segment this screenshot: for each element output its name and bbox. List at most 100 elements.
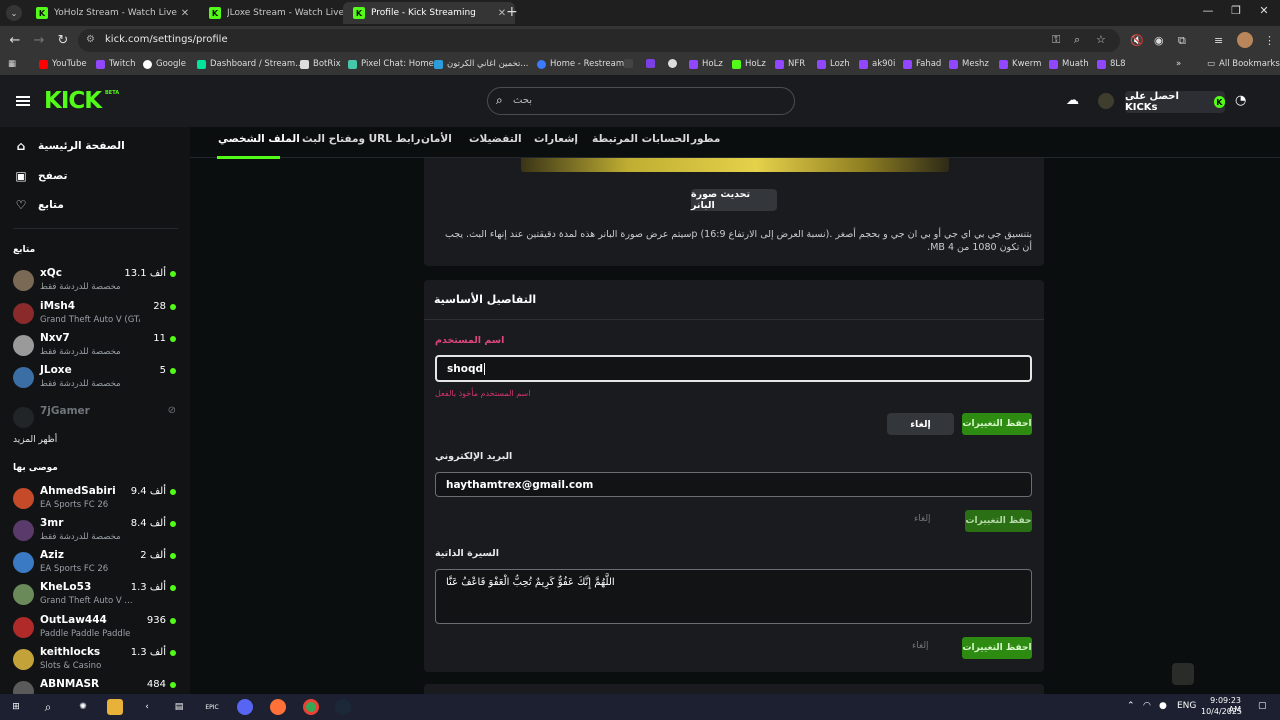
- get-kicks-button[interactable]: احصل على KICKs K: [1125, 91, 1225, 113]
- tab-search-button[interactable]: ⌄: [6, 5, 22, 21]
- notification-center-icon[interactable]: ▢: [1258, 701, 1267, 711]
- tray-chevron-icon[interactable]: ⌃: [1127, 701, 1135, 711]
- restore-icon[interactable]: ❐: [1225, 4, 1247, 17]
- nav-home[interactable]: ⌂ الصفحة الرئيسية: [14, 139, 125, 153]
- nav-following[interactable]: ♡ متابع: [14, 198, 64, 212]
- floating-avatar[interactable]: [1172, 663, 1194, 685]
- bookmark-google[interactable]: Google: [143, 59, 186, 69]
- media-icon[interactable]: ≡: [1214, 34, 1223, 47]
- bookmark-lozh[interactable]: Lozh: [817, 59, 850, 69]
- tab-linked-accounts[interactable]: الحسابات المرتبطة: [592, 133, 690, 145]
- bookmark-restream[interactable]: Home - Restream: [537, 59, 624, 69]
- search-input[interactable]: ⌕ بحث: [487, 87, 795, 115]
- extensions-puzzle-icon[interactable]: ⧉: [1178, 34, 1186, 48]
- bookmark-botrix[interactable]: BotRix: [300, 59, 341, 69]
- site-info-icon[interactable]: ⚙: [86, 34, 95, 45]
- clock-date[interactable]: 10/4/2025: [1201, 707, 1242, 716]
- discord-icon[interactable]: [237, 699, 253, 715]
- tab-security[interactable]: الأمان: [421, 133, 452, 145]
- bookmark-pixel-chat[interactable]: Pixel Chat: Home: [348, 59, 434, 69]
- wifi-icon[interactable]: ◠: [1143, 701, 1151, 711]
- extension-icon[interactable]: ◉: [1154, 34, 1164, 47]
- back-icon[interactable]: ←: [6, 33, 24, 48]
- bookmark-muath[interactable]: Muath: [1049, 59, 1089, 69]
- bookmark-meshz[interactable]: Meshz: [949, 59, 989, 69]
- channel-item[interactable]: KheLo53 Grand Theft Auto V ... 1.3 ألف: [13, 580, 178, 610]
- user-avatar[interactable]: [1098, 93, 1114, 109]
- nav-browse[interactable]: ▣ تصفح: [14, 169, 67, 183]
- tab-notifications[interactable]: إشعارات: [534, 133, 578, 145]
- tab-preferences[interactable]: التفضيلات: [469, 133, 522, 145]
- bookmark-kwerm[interactable]: Kwerm: [999, 59, 1041, 69]
- menu-icon[interactable]: [16, 96, 30, 106]
- bookmark-fahad[interactable]: Fahad: [903, 59, 941, 69]
- email-input[interactable]: haythamtrex@gmail.com: [435, 472, 1032, 497]
- email-cancel-button[interactable]: إلغاء: [914, 514, 931, 524]
- bookmark-twitch[interactable]: Twitch: [96, 59, 136, 69]
- tab-developer[interactable]: مطور: [691, 133, 720, 145]
- email-save-button[interactable]: حفظ التغييرات: [965, 510, 1032, 532]
- bookmark-dashboard[interactable]: Dashboard / Stream...: [197, 59, 303, 69]
- apps-grid-icon[interactable]: ▦: [8, 59, 16, 69]
- forward-icon[interactable]: →: [30, 33, 48, 48]
- channel-item[interactable]: ABNMASR 484: [13, 677, 178, 694]
- bookmark-nfr[interactable]: NFR: [775, 59, 805, 69]
- bookmark-ak90i[interactable]: ak90i: [859, 59, 895, 69]
- more-bookmarks-button[interactable]: »: [1176, 59, 1181, 69]
- password-key-icon[interactable]: ⚿: [1052, 33, 1060, 47]
- language-indicator[interactable]: ENG: [1177, 701, 1196, 711]
- channel-item[interactable]: Nxv7 مخصصة للدردشة فقط 11: [13, 331, 178, 361]
- channel-item[interactable]: xQc مخصصة للدردشة فقط 13.1 ألف: [13, 266, 178, 296]
- channel-item[interactable]: keithlocks Slots & Casino 1.3 ألف: [13, 645, 178, 675]
- channel-item[interactable]: JLoxe مخصصة للدردشة فقط 5: [13, 363, 178, 393]
- notifications-icon[interactable]: ◔: [1235, 93, 1246, 108]
- search-icon[interactable]: ⌕: [40, 699, 56, 715]
- bookmark-holz-twitch[interactable]: HoLz: [689, 59, 723, 69]
- all-bookmarks-button[interactable]: ▭ All Bookmarks: [1207, 59, 1280, 69]
- kick-logo[interactable]: KICK BETA: [44, 88, 119, 114]
- chrome-menu-icon[interactable]: ⋮: [1264, 34, 1275, 47]
- tab-stream-url-key[interactable]: ومفتاح البث URL رابط: [302, 133, 420, 145]
- profile-avatar[interactable]: [1237, 32, 1253, 48]
- minimize-icon[interactable]: —: [1197, 4, 1219, 17]
- microphone-icon[interactable]: ●: [1159, 701, 1167, 711]
- channel-item[interactable]: Aziz EA Sports FC 26 2 ألف: [13, 548, 178, 578]
- bookmark-8l8[interactable]: 8L8: [1097, 59, 1126, 69]
- muted-tab-icon[interactable]: 🔇: [1130, 34, 1144, 47]
- firefox-icon[interactable]: [270, 699, 286, 715]
- browser-tab-active[interactable]: K Profile - Kick Streaming ✕: [343, 2, 515, 24]
- cloud-shield-icon[interactable]: ☁: [1066, 93, 1079, 108]
- bookmark-youtube[interactable]: YouTube: [39, 59, 87, 69]
- tab-profile[interactable]: الملف الشخصي: [218, 133, 300, 145]
- username-input[interactable]: shoqd: [435, 355, 1032, 382]
- bookmark-unnamed-2[interactable]: [646, 59, 659, 68]
- browser-tab[interactable]: K YoHolz Stream - Watch Live on Kick ✕: [26, 2, 198, 24]
- username-save-button[interactable]: احفظ التغييرات: [962, 413, 1032, 435]
- bookmark-unnamed-1[interactable]: [624, 59, 637, 68]
- terminal-icon[interactable]: ▤: [171, 699, 187, 715]
- bookmark-cartoon-songs[interactable]: تخمين اغاني الكرتون...: [434, 59, 529, 69]
- bio-cancel-button[interactable]: إلغاء: [912, 641, 929, 651]
- bio-textarea[interactable]: اللَّهُمَّ إِنَّكَ عَفُوٌّ كَرِيمٌ تُحِب…: [435, 569, 1032, 624]
- channel-item[interactable]: 3mr مخصصة للدردشة فقط 8.4 ألف: [13, 516, 178, 546]
- channel-item[interactable]: AhmedSabiri EA Sports FC 26 9.4 ألف: [13, 484, 178, 514]
- zoom-icon[interactable]: ⌕: [1074, 33, 1080, 47]
- steam-icon[interactable]: [335, 699, 351, 715]
- show-more-link[interactable]: أظهر المزيد: [13, 435, 57, 445]
- username-cancel-button[interactable]: إلغاء: [887, 413, 954, 435]
- reload-icon[interactable]: ↻: [54, 33, 72, 48]
- channel-item[interactable]: iMsh4 Grand Theft Auto V (GTA) 28: [13, 299, 178, 329]
- channel-item[interactable]: OutLaw444 Paddle Paddle Paddle 936: [13, 613, 178, 643]
- channel-item-offline[interactable]: 7jGamer ⊘: [13, 403, 178, 433]
- new-tab-button[interactable]: +: [506, 4, 518, 20]
- bookmark-holz-kick[interactable]: HoLz: [732, 59, 766, 69]
- bio-save-button[interactable]: احفظ التغييرات: [962, 637, 1032, 659]
- widget-icon[interactable]: ✺: [75, 699, 91, 715]
- windows-start-icon[interactable]: ⊞: [8, 699, 24, 715]
- update-banner-button[interactable]: تحديث صورة البانر: [691, 189, 777, 211]
- bookmark-star-icon[interactable]: ☆: [1096, 33, 1106, 46]
- file-explorer-icon[interactable]: [107, 699, 123, 715]
- back-app-icon[interactable]: ‹: [139, 699, 155, 715]
- bookmark-unnamed-3[interactable]: [668, 59, 681, 68]
- close-window-icon[interactable]: ✕: [1253, 4, 1275, 17]
